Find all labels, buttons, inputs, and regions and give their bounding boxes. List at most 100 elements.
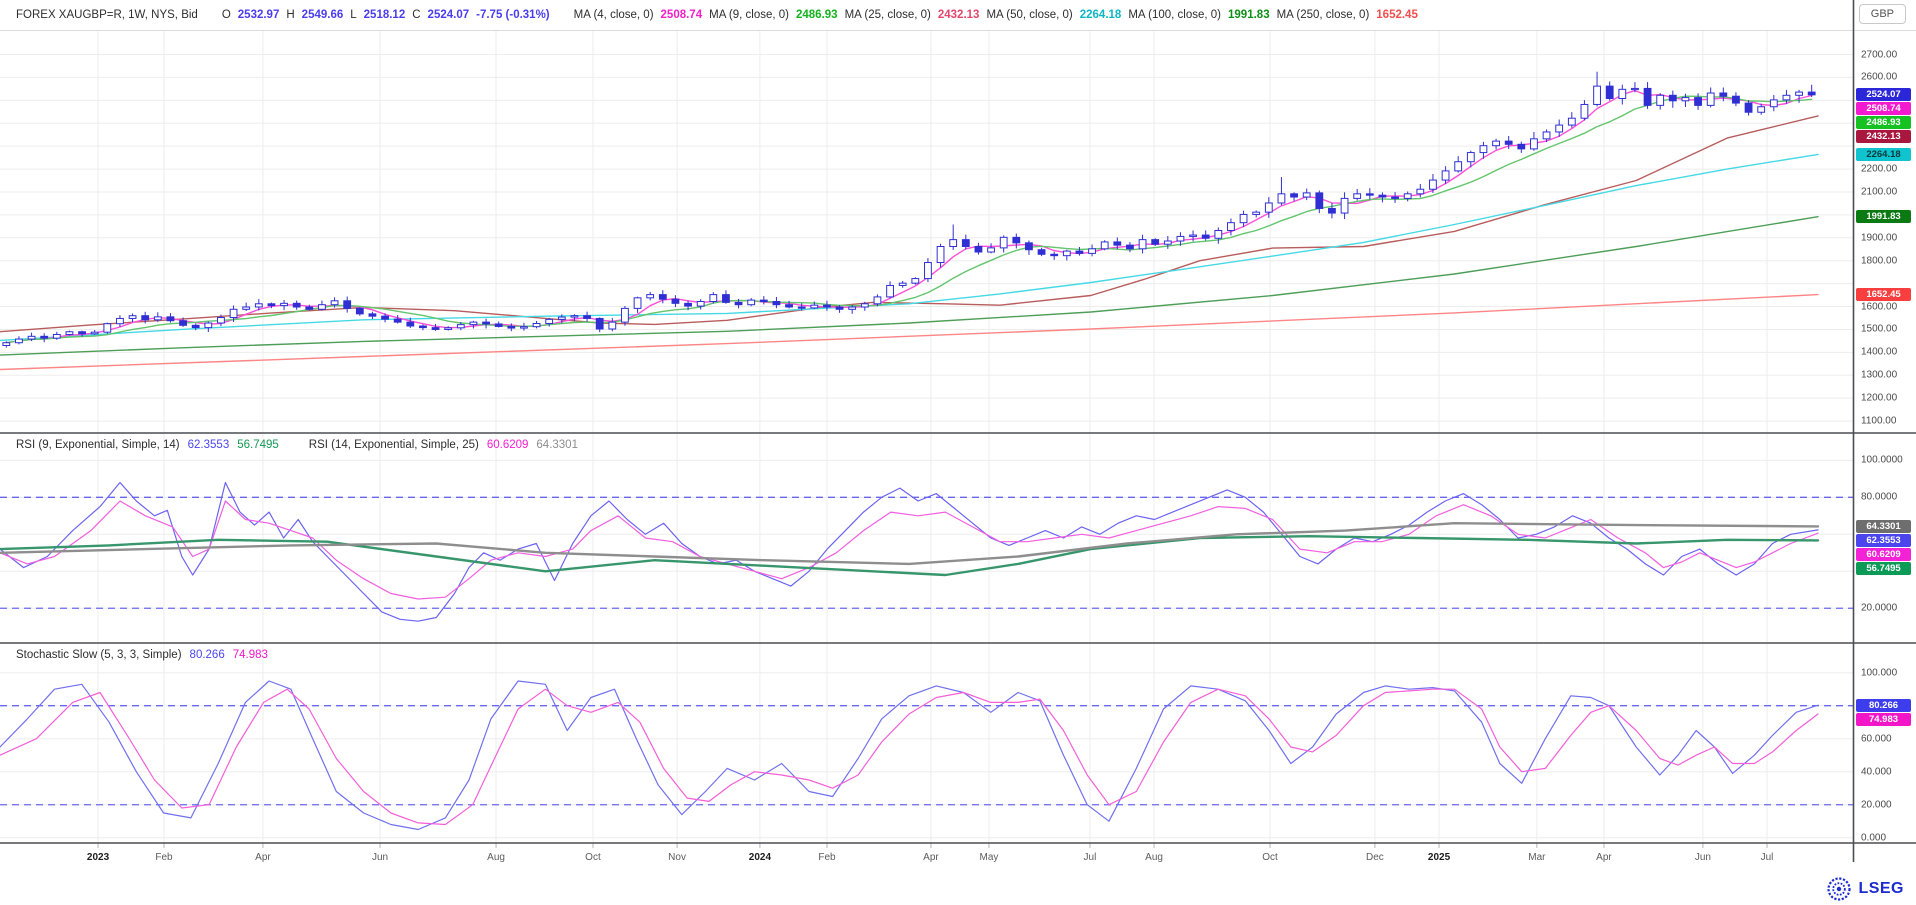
candle[interactable] bbox=[1493, 139, 1500, 150]
ma-legend-item[interactable]: MA (100, close, 0)1991.83 bbox=[1128, 9, 1269, 21]
candle[interactable] bbox=[1770, 95, 1777, 111]
candle[interactable] bbox=[584, 312, 591, 322]
candle[interactable] bbox=[760, 296, 767, 304]
candle[interactable] bbox=[129, 313, 136, 322]
candle[interactable] bbox=[925, 258, 932, 282]
candle[interactable] bbox=[1127, 242, 1134, 252]
candle[interactable] bbox=[672, 295, 679, 307]
candle[interactable] bbox=[1707, 87, 1714, 107]
candle[interactable] bbox=[1518, 142, 1525, 153]
candle[interactable] bbox=[1733, 92, 1740, 106]
candle[interactable] bbox=[950, 225, 957, 250]
candle[interactable] bbox=[66, 331, 73, 336]
candle[interactable] bbox=[243, 303, 250, 311]
candle[interactable] bbox=[1594, 72, 1601, 107]
candle[interactable] bbox=[319, 301, 326, 311]
candle[interactable] bbox=[1392, 192, 1399, 203]
candle[interactable] bbox=[1013, 233, 1020, 248]
candle[interactable] bbox=[1253, 210, 1260, 217]
ma-legend-item[interactable]: MA (250, close, 0)1652.45 bbox=[1277, 9, 1418, 21]
candle[interactable] bbox=[1644, 82, 1651, 109]
candle[interactable] bbox=[91, 330, 98, 335]
rsi9-line bbox=[0, 483, 1818, 622]
candle[interactable] bbox=[167, 313, 174, 323]
candle[interactable] bbox=[1379, 192, 1386, 202]
candle[interactable] bbox=[899, 281, 906, 288]
candle[interactable] bbox=[1531, 132, 1538, 151]
candle[interactable] bbox=[470, 321, 477, 329]
x-axis-month-label: Oct bbox=[585, 852, 601, 863]
rsi-legend-item[interactable]: RSI (14, Exponential, Simple, 25)60.6209… bbox=[309, 439, 578, 451]
candle[interactable] bbox=[1303, 189, 1310, 201]
candle[interactable] bbox=[1354, 189, 1361, 201]
candle[interactable] bbox=[104, 323, 111, 334]
price-tick-label: 2600.00 bbox=[1861, 72, 1897, 83]
currency-button[interactable]: GBP bbox=[1859, 4, 1906, 24]
candle[interactable] bbox=[1808, 85, 1815, 97]
candle[interactable] bbox=[394, 315, 401, 324]
candle[interactable] bbox=[432, 324, 439, 331]
candle[interactable] bbox=[748, 298, 755, 306]
stoch-k-line bbox=[0, 681, 1818, 830]
candle[interactable] bbox=[1404, 192, 1411, 202]
candle[interactable] bbox=[710, 292, 717, 303]
candle[interactable] bbox=[937, 244, 944, 268]
candle[interactable] bbox=[1745, 100, 1752, 115]
candle[interactable] bbox=[609, 318, 616, 331]
candle[interactable] bbox=[41, 333, 48, 342]
candle[interactable] bbox=[1026, 240, 1033, 254]
candle[interactable] bbox=[293, 301, 300, 310]
rsi-legend[interactable]: RSI (9, Exponential, Simple, 14)62.35535… bbox=[16, 439, 578, 451]
ma-legend-item[interactable]: MA (25, close, 0)2432.13 bbox=[845, 9, 980, 21]
candle[interactable] bbox=[962, 235, 969, 250]
candle[interactable] bbox=[533, 321, 540, 328]
candle[interactable] bbox=[281, 300, 288, 310]
ma-legend-item[interactable]: MA (50, close, 0)2264.18 bbox=[986, 9, 1121, 21]
candle[interactable] bbox=[1455, 156, 1462, 172]
candle[interactable] bbox=[1202, 230, 1209, 240]
candle[interactable] bbox=[824, 301, 831, 311]
candle[interactable] bbox=[723, 290, 730, 303]
stoch-badge: 74.983 bbox=[1856, 713, 1911, 726]
chart-canvas[interactable] bbox=[0, 0, 1916, 905]
candle[interactable] bbox=[117, 315, 124, 327]
candle[interactable] bbox=[16, 336, 23, 344]
candle[interactable] bbox=[344, 297, 351, 313]
price-tick-label: 2200.00 bbox=[1861, 164, 1897, 175]
candle[interactable] bbox=[647, 292, 654, 300]
candle[interactable] bbox=[1051, 252, 1058, 260]
stochastic-legend-item[interactable]: Stochastic Slow (5, 3, 3, Simple)80.2667… bbox=[16, 649, 268, 661]
ma-legend-item[interactable]: MA (4, close, 0)2508.74 bbox=[574, 9, 702, 21]
candle[interactable] bbox=[634, 297, 641, 313]
candle[interactable] bbox=[1430, 174, 1437, 193]
rsi-legend-item[interactable]: RSI (9, Exponential, Simple, 14)62.35535… bbox=[16, 439, 279, 451]
candle[interactable] bbox=[1215, 227, 1222, 243]
candle[interactable] bbox=[1000, 235, 1007, 252]
candle[interactable] bbox=[1101, 240, 1108, 250]
candle[interactable] bbox=[356, 307, 363, 315]
candle[interactable] bbox=[1076, 247, 1083, 256]
candle[interactable] bbox=[369, 312, 376, 319]
ma-line-ma4 bbox=[6, 91, 1811, 343]
candle[interactable] bbox=[1366, 188, 1373, 199]
candle[interactable] bbox=[1581, 100, 1588, 120]
candle[interactable] bbox=[912, 277, 919, 284]
price-badge: 1652.45 bbox=[1856, 288, 1911, 301]
candle[interactable] bbox=[205, 322, 212, 333]
candle[interactable] bbox=[1720, 87, 1727, 101]
stochastic-legend[interactable]: Stochastic Slow (5, 3, 3, Simple)80.2667… bbox=[16, 649, 268, 661]
candle[interactable] bbox=[1669, 91, 1676, 108]
candle[interactable] bbox=[1657, 93, 1664, 109]
candle[interactable] bbox=[1278, 177, 1285, 205]
candle[interactable] bbox=[1568, 112, 1575, 128]
candle[interactable] bbox=[975, 243, 982, 255]
candle[interactable] bbox=[622, 306, 629, 326]
candle[interactable] bbox=[1619, 85, 1626, 105]
candle[interactable] bbox=[1316, 191, 1323, 214]
stoch-tick-label: 0.000 bbox=[1861, 832, 1886, 843]
candle[interactable] bbox=[1063, 250, 1070, 261]
ma-legend-item[interactable]: MA (9, close, 0)2486.93 bbox=[709, 9, 837, 21]
candle[interactable] bbox=[483, 319, 490, 329]
candle[interactable] bbox=[1038, 248, 1045, 256]
candle[interactable] bbox=[1606, 81, 1613, 100]
